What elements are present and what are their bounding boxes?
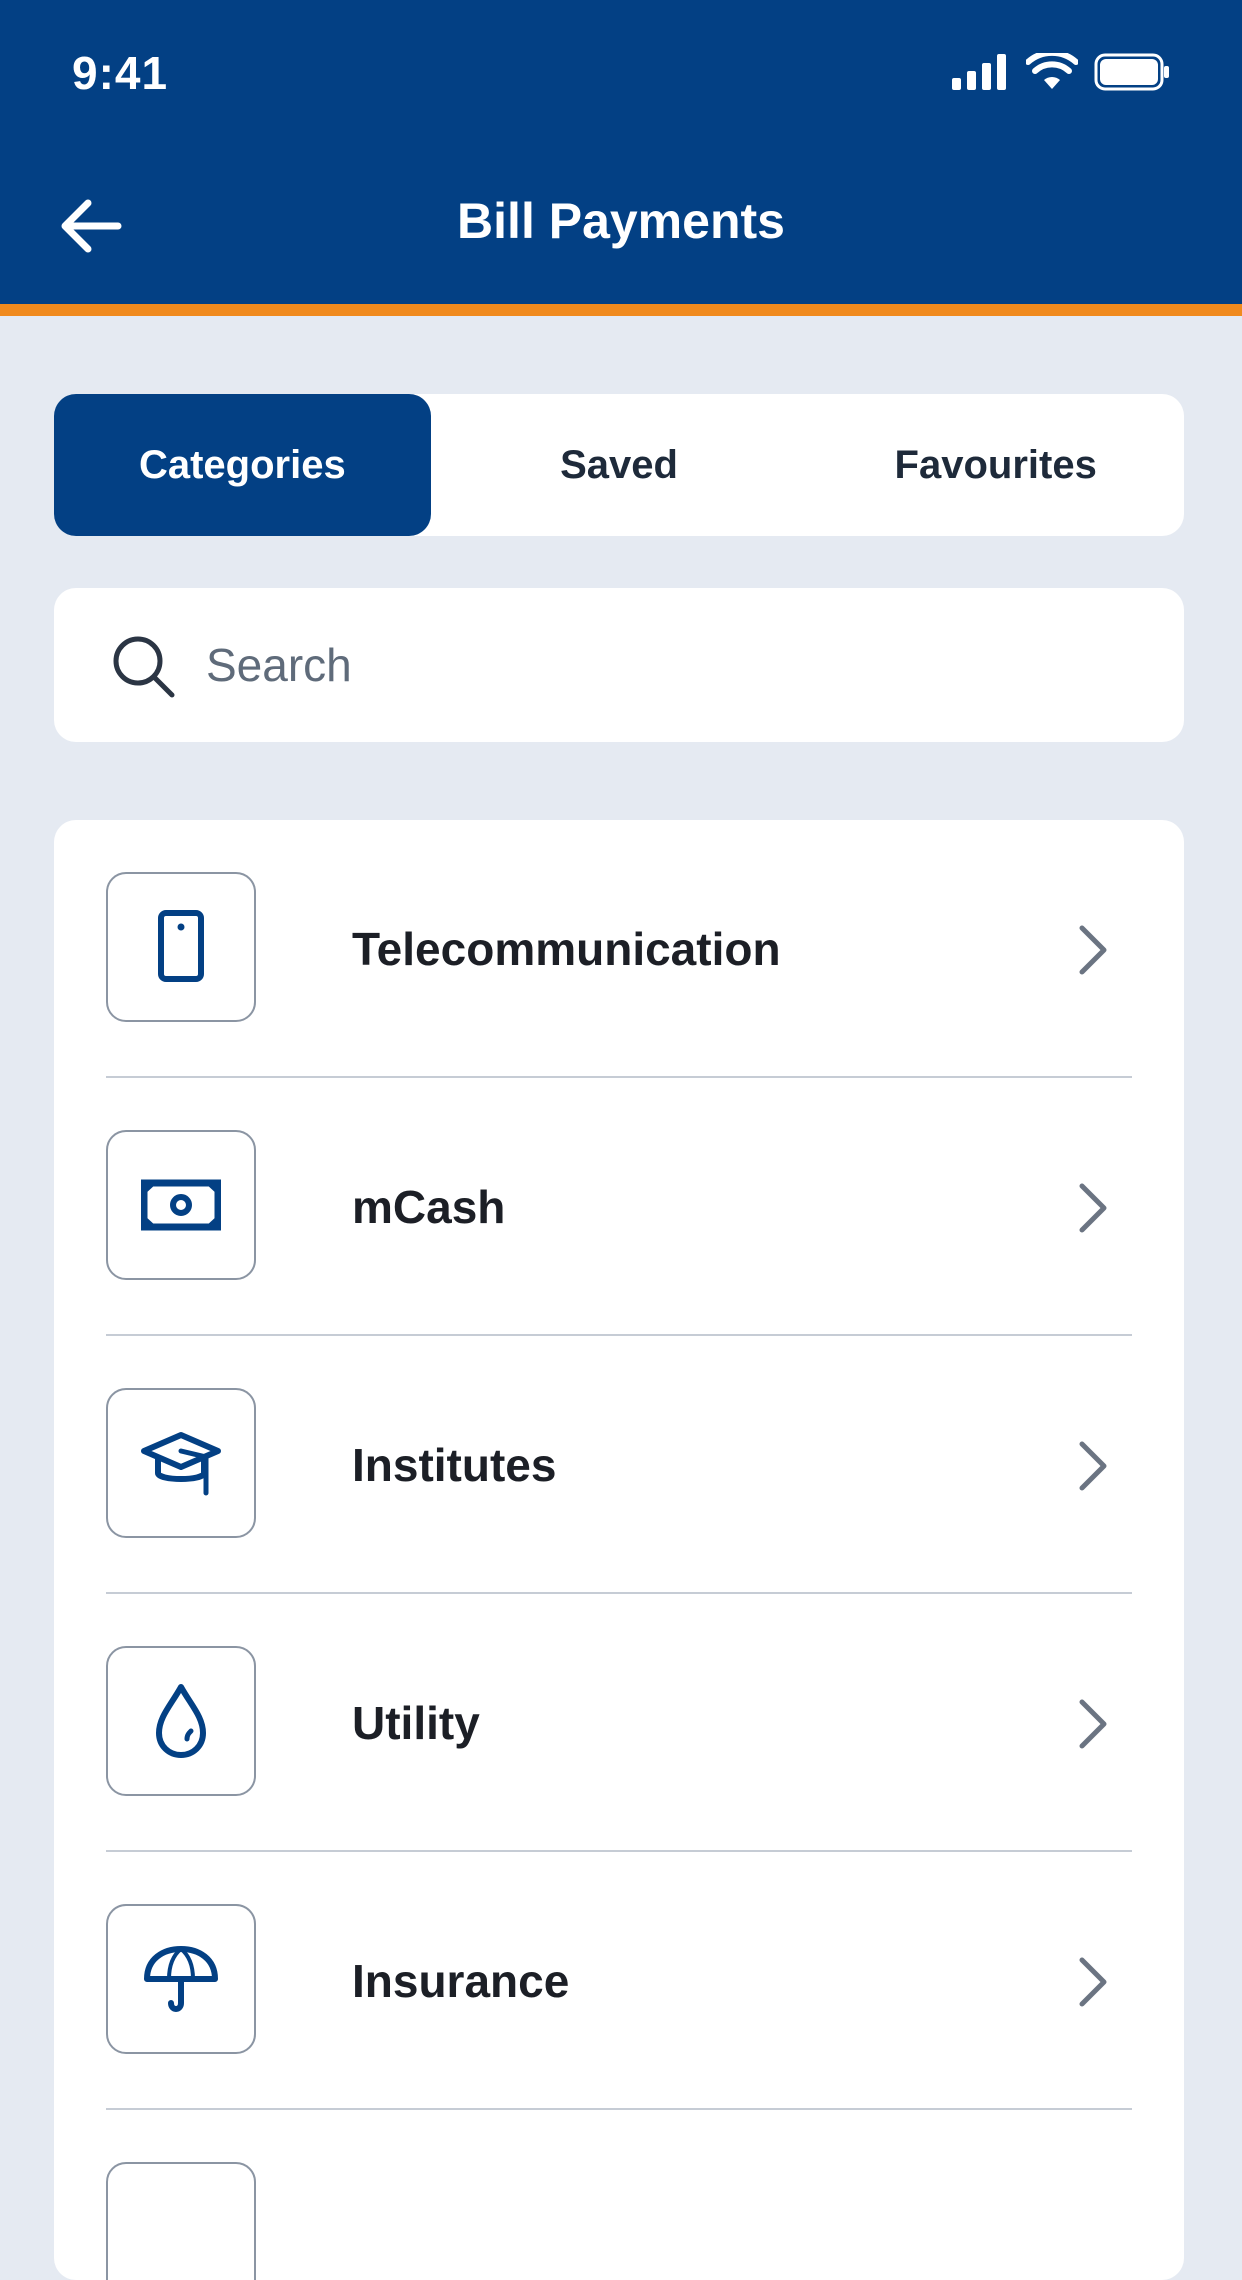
category-institutes[interactable]: Institutes [106,1336,1132,1594]
chevron-right-icon [1079,925,1107,975]
water-drop-icon [156,1684,206,1758]
header-accent-strip [0,304,1242,316]
cash-icon [141,1179,221,1231]
tab-favourites[interactable]: Favourites [807,394,1184,536]
chevron-right-icon [1079,1957,1107,2007]
page-title: Bill Payments [457,193,785,249]
search-input[interactable] [204,624,1128,706]
category-icon-box [106,1646,256,1796]
category-label: Telecommunication [352,923,781,975]
wifi-icon [1026,53,1078,89]
category-icon-box [106,872,256,1022]
status-icons [952,52,1170,92]
chevron-right-icon [1079,1699,1107,1749]
umbrella-icon [144,1946,218,2012]
category-icon-box [106,1904,256,2054]
category-mcash[interactable]: mCash [106,1078,1132,1336]
category-label: Institutes [352,1439,557,1491]
category-telecommunication[interactable]: Telecommunication [106,820,1132,1078]
category-label: Insurance [352,1955,570,2007]
category-list: Telecommunication mCash Institutes Utili… [54,820,1184,2280]
battery-icon [1094,53,1169,91]
app-header: 9:41 Bill Payments [0,0,1242,304]
category-label: mCash [352,1181,506,1233]
signal-icon [952,54,1006,90]
search-bar [54,588,1184,742]
phone-icon [158,910,204,982]
category-icon-box [106,1130,256,1280]
status-time: 9:41 [72,47,169,99]
chevron-right-icon [1079,1441,1107,1491]
category-icon-box [106,1388,256,1538]
tab-bar: Categories Saved Favourites [54,394,1184,536]
chevron-right-icon [1079,1183,1107,1233]
category-label: Utility [352,1697,480,1749]
tab-categories[interactable]: Categories [54,394,431,536]
category-icon-box [106,2162,256,2280]
tab-saved[interactable]: Saved [431,394,808,536]
graduation-cap-icon [141,1432,221,1496]
category-insurance[interactable]: Insurance [106,1852,1132,2110]
search-icon [113,636,175,698]
category-partial-item[interactable] [106,2110,1132,2280]
category-utility[interactable]: Utility [106,1594,1132,1852]
